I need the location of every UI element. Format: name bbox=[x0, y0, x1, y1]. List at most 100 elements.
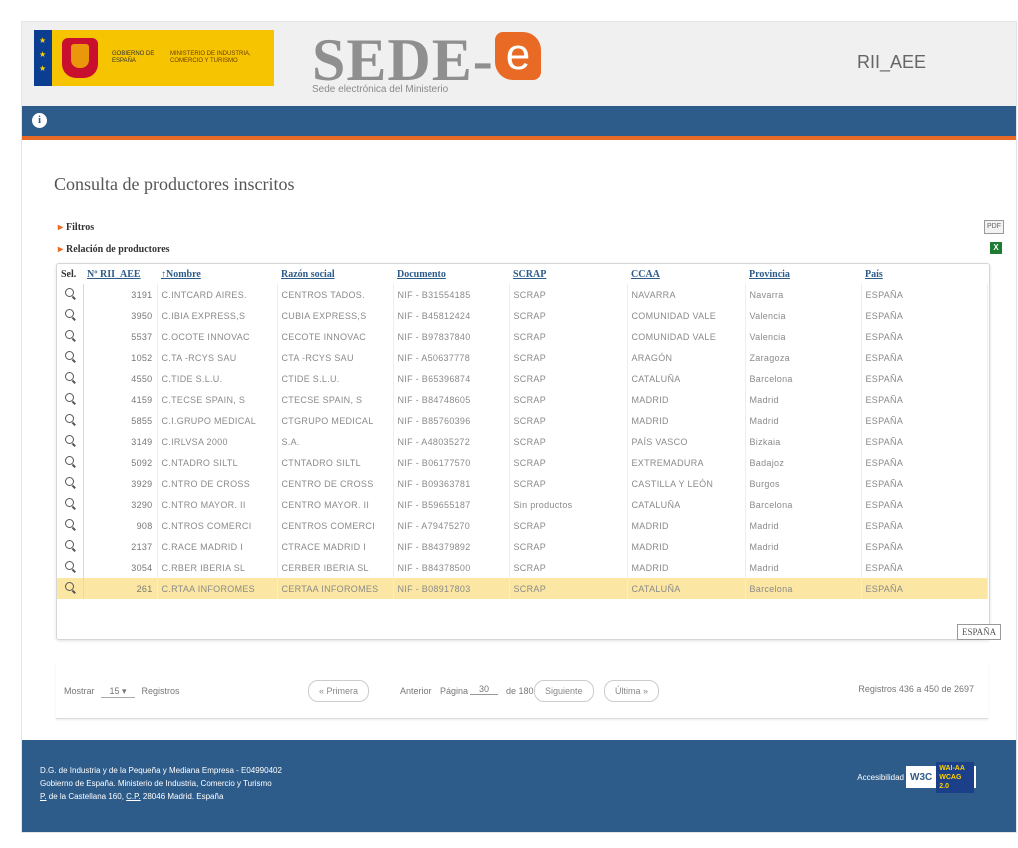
page-number-input[interactable]: 30 bbox=[470, 684, 498, 695]
table-cell: 5092 bbox=[83, 452, 158, 473]
magnifier-icon[interactable] bbox=[65, 561, 75, 570]
info-icon[interactable]: i bbox=[32, 113, 47, 128]
column-header: Sel. bbox=[61, 268, 77, 280]
select-cell[interactable] bbox=[57, 557, 84, 578]
table-cell: Valencia bbox=[745, 305, 862, 326]
magnifier-icon[interactable] bbox=[65, 393, 75, 402]
column-header[interactable]: Razón social bbox=[277, 264, 393, 284]
table-cell: CERBER IBERIA SL bbox=[277, 557, 394, 578]
select-cell[interactable] bbox=[57, 473, 84, 494]
table-cell: Barcelona bbox=[745, 368, 862, 389]
table-row[interactable]: 5092 C.NTADRO SILTL CTNTADRO SILTL NIF - B0… bbox=[57, 452, 988, 473]
government-logo[interactable]: ★ ★ ★ GOBIERNO DE ESPAÑA MINISTERIO DE I… bbox=[34, 30, 274, 86]
magnifier-icon[interactable] bbox=[65, 330, 75, 339]
table-cell: Barcelona bbox=[745, 494, 862, 515]
wcag-badge: WAI-AA WCAG 2.0 bbox=[936, 761, 974, 793]
table-cell: C.NTRO DE CROSS bbox=[157, 473, 278, 494]
table-row[interactable]: 4159 C.TECSE SPAIN, S CTECSE SPAIN, S NIF -… bbox=[57, 389, 988, 410]
table-row[interactable]: 4550 C.TIDE S.L.U. CTIDE S.L.U. NIF - B6539… bbox=[57, 368, 988, 389]
table-cell: 5537 bbox=[83, 326, 158, 347]
select-cell[interactable] bbox=[57, 284, 84, 305]
table-cell: C.TIDE S.L.U. bbox=[157, 368, 278, 389]
magnifier-icon[interactable] bbox=[65, 309, 75, 318]
magnifier-icon[interactable] bbox=[65, 540, 75, 549]
table-row[interactable]: 3054 C.RBER IBERIA SL CERBER IBERIA SL NIF … bbox=[57, 557, 988, 578]
footer-line-1: D.G. de Industria y de la Pequeña y Medi… bbox=[40, 766, 282, 775]
magnifier-icon[interactable] bbox=[65, 498, 75, 507]
page-title: Consulta de productores inscritos bbox=[54, 174, 295, 194]
table-cell: MADRID bbox=[627, 557, 746, 578]
select-cell[interactable] bbox=[57, 578, 84, 599]
table-cell: SCRAP bbox=[509, 305, 628, 326]
column-header[interactable]: Provincia bbox=[745, 264, 861, 284]
last-page-button[interactable]: Última » bbox=[604, 680, 660, 702]
select-cell[interactable] bbox=[57, 326, 84, 347]
select-cell[interactable] bbox=[57, 452, 84, 473]
table-row[interactable]: 261 C.RTAA INFOROMES CERTAA INFOROMES NIF -… bbox=[57, 578, 988, 599]
select-cell[interactable] bbox=[57, 305, 84, 326]
table-cell: C.INTCARD AIRES. bbox=[157, 284, 278, 305]
select-cell[interactable] bbox=[57, 389, 84, 410]
table-row[interactable]: 3191 C.INTCARD AIRES. CENTROS TADOS. NIF - … bbox=[57, 284, 988, 305]
footer-address: D.G. de Industria y de la Pequeña y Medi… bbox=[40, 764, 282, 803]
magnifier-icon[interactable] bbox=[65, 435, 75, 444]
table-row[interactable]: 3929 C.NTRO DE CROSS CENTRO DE CROSS NIF - … bbox=[57, 473, 988, 494]
magnifier-icon[interactable] bbox=[65, 288, 75, 297]
table-row[interactable]: 1052 C.TA -RCYS SAU CTA -RCYS SAU NIF - A50… bbox=[57, 347, 988, 368]
w3c-wai-badge[interactable]: W3C WAI-AA WCAG 2.0 bbox=[906, 761, 976, 793]
excel-icon[interactable]: X bbox=[990, 242, 1002, 254]
table-row[interactable]: 3149 C.IRLVSA 2000 S.A. NIF - A48035272 SCRA… bbox=[57, 431, 988, 452]
footer-line-3: P. de la Castellana 160, C.P. 28046 Madr… bbox=[40, 792, 224, 801]
accessibility-link[interactable]: Accesibilidad bbox=[857, 773, 904, 782]
select-cell[interactable] bbox=[57, 494, 84, 515]
table-row[interactable]: 908 C.NTROS COMERCI CENTROS COMERCI NIF - A… bbox=[57, 515, 988, 536]
magnifier-icon[interactable] bbox=[65, 477, 75, 486]
filters-toggle[interactable]: ▸ Filtros bbox=[58, 222, 94, 233]
pdf-icon[interactable]: PDF bbox=[984, 220, 1004, 234]
pagination-bar: Mostrar 15 ▾ Registros « Primera Anterio… bbox=[56, 662, 988, 719]
table-cell: Madrid bbox=[745, 536, 862, 557]
select-cell[interactable] bbox=[57, 410, 84, 431]
magnifier-icon[interactable] bbox=[65, 519, 75, 528]
relation-toggle[interactable]: ▸ Relación de productores bbox=[58, 244, 170, 255]
prev-page-link[interactable]: Anterior bbox=[400, 686, 432, 696]
table-row[interactable]: 3290 C.NTRO MAYOR. II CENTRO MAYOR. II NIF … bbox=[57, 494, 988, 515]
select-cell[interactable] bbox=[57, 368, 84, 389]
table-cell: SCRAP bbox=[509, 389, 628, 410]
select-cell[interactable] bbox=[57, 347, 84, 368]
abbr-cp[interactable]: C.P. bbox=[126, 792, 141, 801]
table-row[interactable]: 5537 C.OCOTE INNOVAC CECOTE INNOVAC NIF - B… bbox=[57, 326, 988, 347]
sede-e-logo: e bbox=[495, 32, 541, 80]
table-row[interactable]: 2137 C.RACE MADRID I CTRACE MADRID I NIF - … bbox=[57, 536, 988, 557]
magnifier-icon[interactable] bbox=[65, 456, 75, 465]
table-cell: EXTREMADURA bbox=[627, 452, 746, 473]
column-header[interactable]: País bbox=[861, 264, 987, 284]
magnifier-icon[interactable] bbox=[65, 351, 75, 360]
magnifier-icon[interactable] bbox=[65, 372, 75, 381]
select-cell[interactable] bbox=[57, 431, 84, 452]
column-header[interactable]: Nº RII_AEE bbox=[83, 264, 157, 284]
table-cell: MADRID bbox=[627, 515, 746, 536]
column-header[interactable]: CCAA bbox=[627, 264, 745, 284]
table-cell: CTIDE S.L.U. bbox=[277, 368, 394, 389]
magnifier-icon[interactable] bbox=[65, 414, 75, 423]
table-cell: 3950 bbox=[83, 305, 158, 326]
table-cell: SCRAP bbox=[509, 326, 628, 347]
table-row[interactable]: 3950 C.IBIA EXPRESS,S CUBIA EXPRESS,S NIF -… bbox=[57, 305, 988, 326]
column-header[interactable]: ↑Nombre bbox=[157, 264, 277, 284]
column-header[interactable]: Documento bbox=[393, 264, 509, 284]
table-cell: Madrid bbox=[745, 557, 862, 578]
next-page-button[interactable]: Siguiente bbox=[534, 680, 594, 702]
table-cell: CENTRO DE CROSS bbox=[277, 473, 394, 494]
table-row[interactable]: 5855 C.I.GRUPO MEDICAL CTGRUPO MEDICAL NIF … bbox=[57, 410, 988, 431]
table-cell: 3191 bbox=[83, 284, 158, 305]
select-cell[interactable] bbox=[57, 515, 84, 536]
column-header[interactable]: SCRAP bbox=[509, 264, 627, 284]
page-size-select[interactable]: 15 ▾ bbox=[101, 686, 136, 698]
table-cell: Badajoz bbox=[745, 452, 862, 473]
magnifier-icon[interactable] bbox=[65, 582, 75, 591]
select-cell[interactable] bbox=[57, 536, 84, 557]
cell-tooltip: ESPAÑA bbox=[957, 624, 1002, 640]
table-cell: NIF - B97837840 bbox=[393, 326, 510, 347]
first-page-button[interactable]: « Primera bbox=[308, 680, 370, 702]
